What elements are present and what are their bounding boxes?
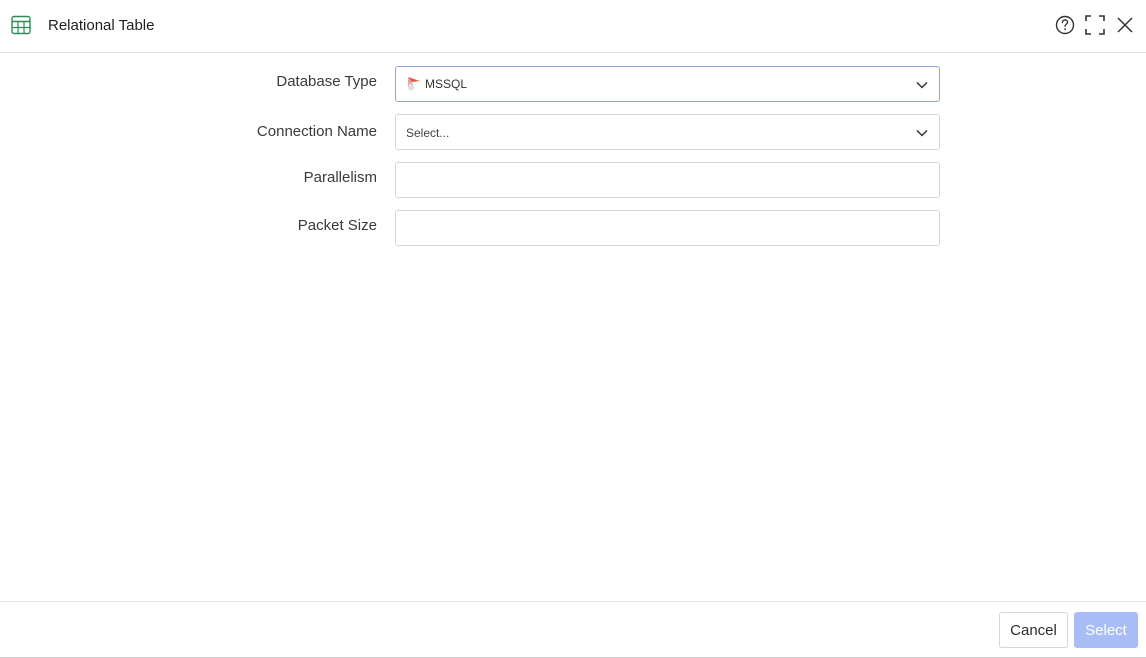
database-type-select[interactable]: MSSQL	[395, 66, 940, 102]
help-icon[interactable]	[1054, 14, 1076, 36]
database-type-row: Database Type MSSQL	[0, 66, 1146, 102]
relational-table-dialog: Relational Table Database Type MSSQL Con…	[0, 0, 1146, 658]
parallelism-input[interactable]	[396, 163, 939, 197]
chevron-down-icon[interactable]	[915, 126, 929, 140]
packet-size-row: Packet Size	[0, 210, 1146, 246]
close-icon[interactable]	[1114, 14, 1136, 36]
table-icon	[11, 15, 31, 35]
select-button[interactable]: Select	[1074, 612, 1138, 648]
database-type-label: Database Type	[276, 73, 377, 90]
parallelism-row: Parallelism	[0, 162, 1146, 198]
maximize-icon[interactable]	[1084, 14, 1106, 36]
mssql-icon	[408, 77, 420, 91]
connection-name-select[interactable]: Select...	[395, 114, 940, 150]
packet-size-field[interactable]	[395, 210, 940, 246]
database-type-value: MSSQL	[425, 77, 468, 91]
packet-size-label: Packet Size	[297, 217, 377, 234]
dialog-header: Relational Table	[0, 0, 1146, 53]
cancel-button[interactable]: Cancel	[999, 612, 1068, 648]
parallelism-label: Parallelism	[303, 169, 377, 186]
packet-size-input[interactable]	[396, 211, 939, 245]
chevron-down-icon[interactable]	[915, 78, 929, 92]
dialog-footer: Cancel Select	[0, 601, 1146, 657]
connection-name-placeholder: Select...	[406, 126, 450, 140]
dialog-title: Relational Table	[48, 17, 155, 34]
connection-name-row: Connection Name Select...	[0, 114, 1146, 150]
parallelism-field[interactable]	[395, 162, 940, 198]
connection-name-label: Connection Name	[256, 123, 377, 140]
